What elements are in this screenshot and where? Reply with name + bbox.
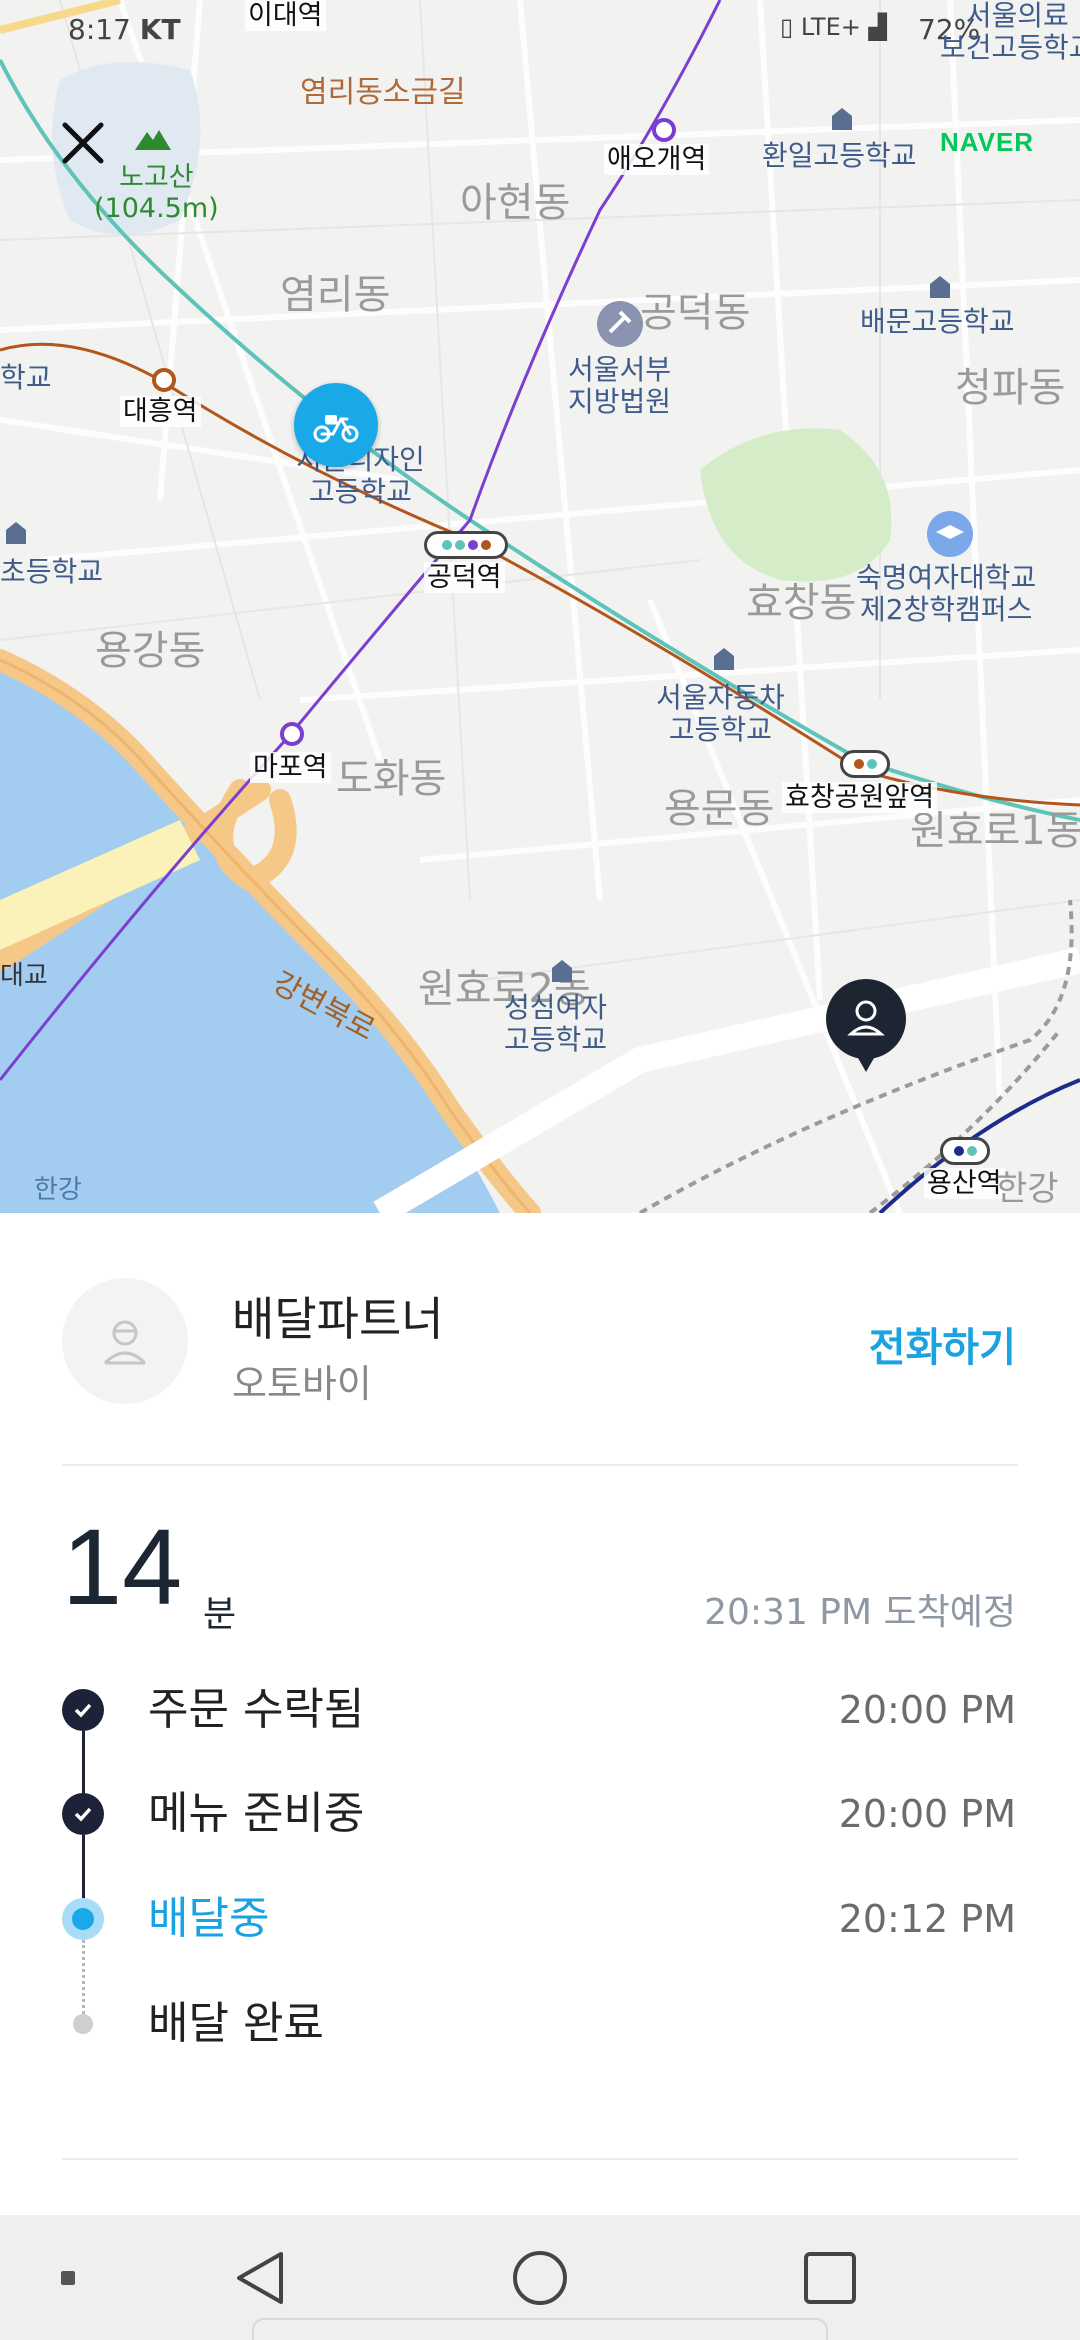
poi-label: 서울서부 지방법원 [568, 353, 672, 419]
step-label: 주문 수락됨 [148, 1684, 365, 1735]
step-preparing: 메뉴 준비중 20:00 PM [0, 1784, 1080, 1844]
mountain-icon [135, 128, 171, 154]
person-pin-icon [826, 979, 906, 1072]
delivery-map[interactable]: 8:17 KT ▯ LTE+ ▟ 72% NAVER 노고산 (104.5m) 염… [0, 0, 1080, 1213]
call-button[interactable]: 전화하기 [869, 1315, 1016, 1373]
divider [62, 1464, 1018, 1466]
station-label: 효창공원앞역 [782, 782, 938, 814]
step-delivering: 배달중 20:12 PM [0, 1889, 1080, 1949]
eta-minutes: 14 [62, 1506, 183, 1627]
district-label: 염리동 [280, 272, 391, 318]
eta-arrival-time: 20:31 PM 도착예정 [704, 1592, 1016, 1633]
eta-unit: 분 [203, 1594, 237, 1635]
poi-label: 초등학교 [0, 555, 104, 588]
school-icon [926, 272, 954, 304]
district-label: 아현동 [460, 180, 571, 226]
gesture-handle[interactable] [252, 2318, 828, 2340]
step-time: 20:00 PM [838, 1688, 1016, 1732]
station-marker[interactable] [152, 368, 176, 392]
district-label: 도화동 [336, 756, 447, 802]
poi-label: 서울자동차 고등학교 [656, 681, 785, 747]
district-label: 효창동 [746, 580, 857, 626]
step-label: 메뉴 준비중 [148, 1788, 365, 1839]
step-delivered: 배달 완료 [0, 1994, 1080, 2054]
school-icon [2, 518, 30, 550]
district-label: 원효로1동 [910, 808, 1080, 854]
district-label: 용강동 [95, 628, 206, 674]
poi-label: 환일고등학교 [762, 139, 917, 172]
divider [62, 2158, 1018, 2160]
notification-dot-icon [40, 2215, 96, 2340]
scooter-icon [313, 415, 359, 443]
partner-vehicle: 오토바이 [232, 1362, 372, 1406]
poi-label: 숙명여자대학교 제2창학캠퍼스 [856, 561, 1037, 627]
district-label: 용문동 [664, 786, 775, 832]
naver-logo: NAVER [940, 127, 1035, 157]
school-icon [828, 104, 856, 136]
university-icon [926, 510, 974, 562]
station-label: 이대역 [245, 0, 326, 32]
step-label: 배달중 [148, 1893, 270, 1944]
poi-label: 학교 [0, 361, 52, 394]
district-label: 공덕동 [640, 290, 751, 336]
pending-step-icon [73, 2014, 93, 2034]
station-transfer-marker[interactable] [940, 1137, 990, 1165]
active-step-icon [62, 1898, 104, 1940]
check-icon [62, 1689, 104, 1731]
partner-name: 배달파트너 [232, 1292, 444, 1346]
rider-location-marker[interactable] [294, 383, 378, 467]
station-label: 대흥역 [120, 396, 201, 428]
step-time: 20:00 PM [838, 1792, 1016, 1836]
status-time: 8:17 KT [68, 13, 181, 46]
station-label: 애오개역 [604, 144, 710, 176]
poi-label: 성심여자 고등학교 [504, 991, 608, 1057]
step-time: 20:12 PM [838, 1897, 1016, 1941]
poi-label: 서울의료 보건고등학교 [940, 0, 1080, 65]
water-label: 한강 [34, 1175, 82, 1205]
destination-marker[interactable] [825, 978, 907, 1074]
status-network: ▯ LTE+ ▟ [780, 13, 887, 41]
school-icon [710, 644, 738, 676]
step-label: 배달 완료 [148, 1998, 324, 2049]
step-order-accepted: 주문 수락됨 20:00 PM [0, 1680, 1080, 1740]
station-marker[interactable] [652, 118, 676, 142]
bridge-label: 대교 [0, 961, 48, 991]
mountain-label: 노고산 (104.5m) [94, 162, 219, 225]
station-label: 용산역 [924, 1168, 1005, 1200]
station-label: 마포역 [250, 752, 331, 784]
poi-label: 배문고등학교 [860, 305, 1015, 338]
station-transfer-marker[interactable] [840, 750, 890, 778]
road-label: 염리동소금길 [300, 75, 466, 110]
check-icon [62, 1793, 104, 1835]
station-transfer-marker[interactable] [424, 531, 508, 559]
station-marker[interactable] [280, 722, 304, 746]
court-icon [596, 300, 644, 352]
delivery-status-sheet: 배달파트너 오토바이 전화하기 14 분 20:31 PM 도착예정 주문 수락… [0, 1213, 1080, 2215]
station-label: 공덕역 [424, 562, 505, 594]
school-icon [548, 956, 576, 988]
partner-avatar [62, 1278, 188, 1404]
district-label: 청파동 [955, 365, 1066, 411]
water-label: 한강 [996, 1169, 1059, 1209]
rider-avatar-icon [103, 1320, 147, 1365]
